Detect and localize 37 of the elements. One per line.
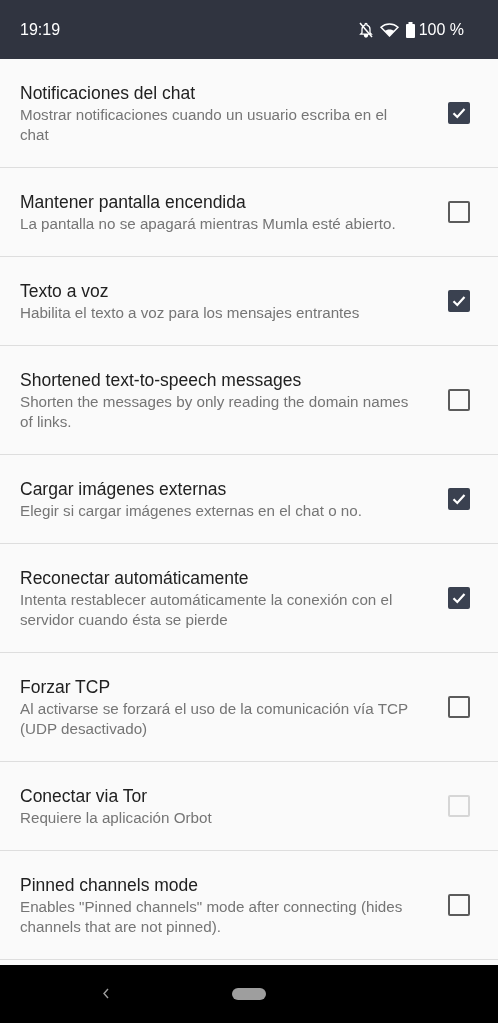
battery-icon — [405, 21, 415, 38]
setting-title: Forzar TCP — [20, 676, 112, 699]
checkbox[interactable] — [448, 290, 470, 312]
battery-level: 100 % — [418, 20, 464, 39]
setting-summary: La pantalla no se apagará mientras Mumla esté abierto. — [20, 214, 397, 234]
checkmark-icon — [452, 592, 466, 604]
checkmark-icon — [452, 107, 466, 119]
setting-summary: Elegir si cargar imágenes externas en el chat o no. — [20, 501, 363, 521]
home-button[interactable] — [232, 988, 266, 1000]
setting-title: Conectar via Tor — [20, 785, 149, 808]
checkbox[interactable] — [448, 488, 470, 510]
setting-title: Notificaciones del chat — [20, 82, 197, 105]
setting-summary: Shorten the messages by only reading the domain names of links. — [20, 392, 410, 432]
setting-summary: Mostrar notificaciones cuando un usuario escriba en el chat — [20, 105, 389, 145]
bell-off-icon — [358, 21, 373, 38]
setting-title: Mantener pantalla encendida — [20, 191, 247, 214]
checkbox[interactable] — [448, 389, 470, 411]
setting-title: Pinned channels mode — [20, 874, 200, 897]
setting-title: Shortened text-to-speech messages — [20, 369, 303, 392]
wifi-icon — [379, 22, 399, 37]
checkbox[interactable] — [448, 696, 470, 718]
clock: 19:19 — [20, 20, 61, 39]
checkmark-icon — [452, 493, 466, 505]
checkbox[interactable] — [448, 102, 470, 124]
setting-summary: Habilita el texto a voz para los mensajes entrantes — [20, 303, 361, 323]
setting-summary: Intenta restablecer automáticamente la conexión con el servidor cuando ésta se pierde — [20, 590, 394, 630]
checkmark-icon — [452, 295, 466, 307]
setting-title: Reconectar automáticamente — [20, 567, 250, 590]
setting-title: Cargar imágenes externas — [20, 478, 228, 501]
setting-summary: Requiere la aplicación Orbot — [20, 808, 213, 828]
setting-title: Texto a voz — [20, 280, 110, 303]
setting-summary: Al activarse se forzará el uso de la comunicación vía TCP (UDP desactivado) — [20, 699, 409, 739]
checkbox[interactable] — [448, 201, 470, 223]
checkbox[interactable] — [448, 587, 470, 609]
checkbox[interactable] — [448, 894, 470, 916]
setting-summary: Enables "Pinned channels" mode after connecting (hides channels that are not pinned). — [20, 897, 404, 937]
back-icon[interactable] — [103, 988, 109, 999]
